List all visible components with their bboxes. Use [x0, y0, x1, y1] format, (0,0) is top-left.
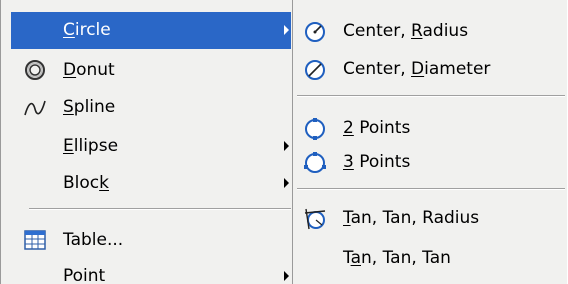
- draw-menu: Circle Donut Spline Ellipse Block Table.…: [0, 0, 292, 284]
- submenu-arrow-icon: [284, 271, 289, 281]
- submenu-arrow-icon: [284, 178, 289, 188]
- submenu-item-center-diameter[interactable]: Center, Diameter: [293, 53, 567, 87]
- menu-item-table[interactable]: Table...: [11, 222, 291, 259]
- submenu-item-label: Tan, Tan, Tan: [343, 248, 451, 268]
- submenu-item-label: Center, Diameter: [343, 59, 491, 79]
- menu-separator: [29, 208, 291, 210]
- menu-item-ellipse[interactable]: Ellipse: [11, 128, 291, 165]
- circle-center-radius-icon: [303, 20, 327, 44]
- menu-item-label: Ellipse: [63, 136, 119, 156]
- submenu-separator: [297, 95, 565, 97]
- menu-item-label: Block: [63, 173, 109, 193]
- submenu-item-label: 3 Points: [343, 152, 411, 172]
- menu-item-donut[interactable]: Donut: [11, 52, 291, 89]
- submenu-arrow-icon: [284, 25, 289, 35]
- circle-submenu: Center, Radius Center, Diameter 2 Points: [292, 0, 568, 284]
- menu-item-circle[interactable]: Circle: [11, 12, 291, 49]
- circle-tan-tan-radius-icon: [303, 207, 327, 231]
- circle-3-points-icon: [303, 151, 327, 175]
- submenu-item-label: Tan, Tan, Radius: [343, 208, 480, 228]
- circle-center-diameter-icon: [303, 58, 327, 82]
- submenu-item-tan-tan-tan[interactable]: Tan, Tan, Tan: [293, 242, 567, 276]
- circle-2-points-icon: [303, 117, 327, 141]
- menu-item-label: Spline: [63, 97, 116, 117]
- submenu-item-2-points[interactable]: 2 Points: [293, 112, 567, 146]
- menu-item-spline[interactable]: Spline: [11, 89, 291, 126]
- table-icon: [23, 228, 47, 252]
- submenu-item-label: 2 Points: [343, 118, 411, 138]
- menu-item-point[interactable]: Point: [11, 258, 291, 284]
- menu-item-label: Point: [63, 266, 106, 284]
- menu-item-label: Table...: [63, 230, 124, 250]
- submenu-item-tan-tan-radius[interactable]: Tan, Tan, Radius: [293, 202, 567, 236]
- submenu-item-label: Center, Radius: [343, 21, 469, 41]
- submenu-separator: [297, 188, 565, 190]
- submenu-arrow-icon: [284, 141, 289, 151]
- donut-icon: [23, 58, 47, 82]
- submenu-item-center-radius[interactable]: Center, Radius: [293, 15, 567, 49]
- submenu-item-3-points[interactable]: 3 Points: [293, 146, 567, 180]
- menu-item-block[interactable]: Block: [11, 165, 291, 202]
- menu-item-label: Donut: [63, 60, 115, 80]
- spline-icon: [23, 95, 47, 119]
- menu-item-label: Circle: [63, 20, 111, 40]
